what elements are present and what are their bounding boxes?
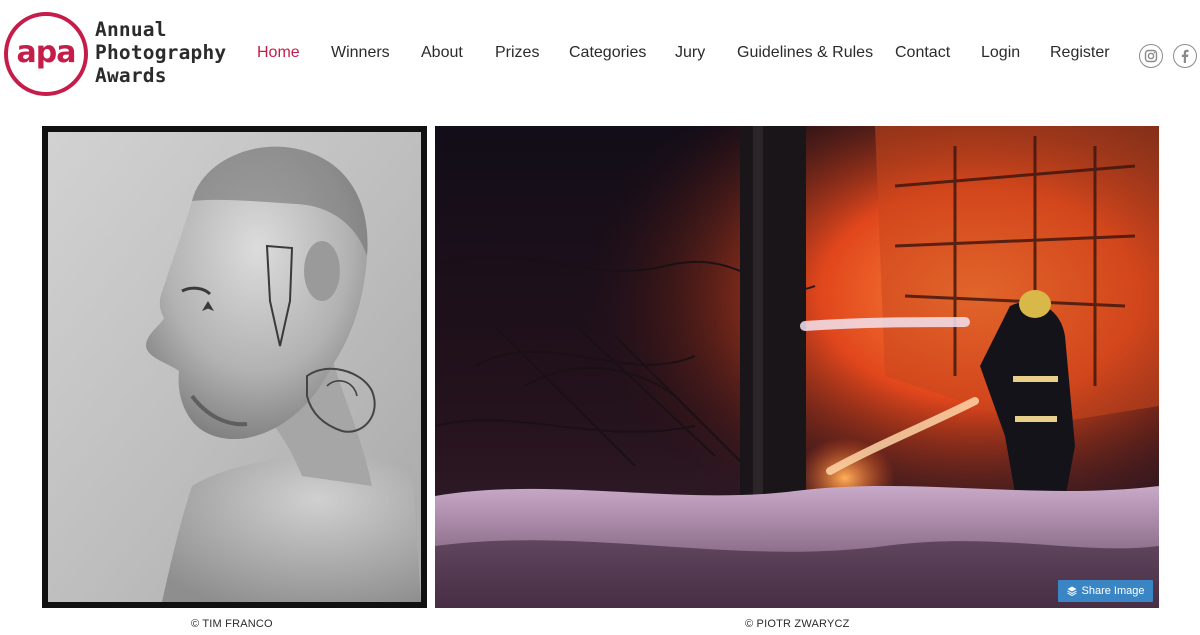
logo-line-2: Photography [95, 41, 227, 64]
nav-contact[interactable]: Contact [895, 44, 950, 62]
portrait-photo[interactable] [42, 126, 427, 608]
nav-winners[interactable]: Winners [331, 44, 390, 62]
site-logo[interactable]: apa Annual Photography Awards [4, 12, 226, 98]
nav-home[interactable]: Home [257, 44, 300, 62]
nav-jury[interactable]: Jury [675, 44, 705, 62]
layers-icon [1066, 586, 1077, 596]
nav-guidelines-rules[interactable]: Guidelines & Rules [737, 44, 873, 62]
nav-prizes[interactable]: Prizes [495, 44, 539, 62]
logo-line-1: Annual [95, 18, 167, 41]
logo-wordmark: Annual Photography Awards [95, 18, 226, 87]
logo-badge: apa [4, 12, 88, 96]
nav-categories[interactable]: Categories [569, 44, 646, 62]
photo-credit: © PIOTR ZWARYCZ [745, 618, 850, 630]
share-image-button[interactable]: Share Image [1058, 580, 1153, 602]
nav-register[interactable]: Register [1050, 44, 1110, 62]
facebook-icon[interactable] [1173, 44, 1197, 68]
photo-credit: © TIM FRANCO [191, 618, 273, 630]
share-image-label: Share Image [1081, 585, 1145, 597]
logo-line-3: Awards [95, 64, 167, 87]
nav-login[interactable]: Login [981, 44, 1020, 62]
nav-about[interactable]: About [421, 44, 463, 62]
firefighter-photo[interactable]: Share Image [435, 126, 1159, 608]
site-header: apa Annual Photography Awards Home Winne… [0, 0, 1200, 110]
logo-mark: apa [16, 34, 77, 70]
instagram-icon[interactable] [1139, 44, 1163, 68]
